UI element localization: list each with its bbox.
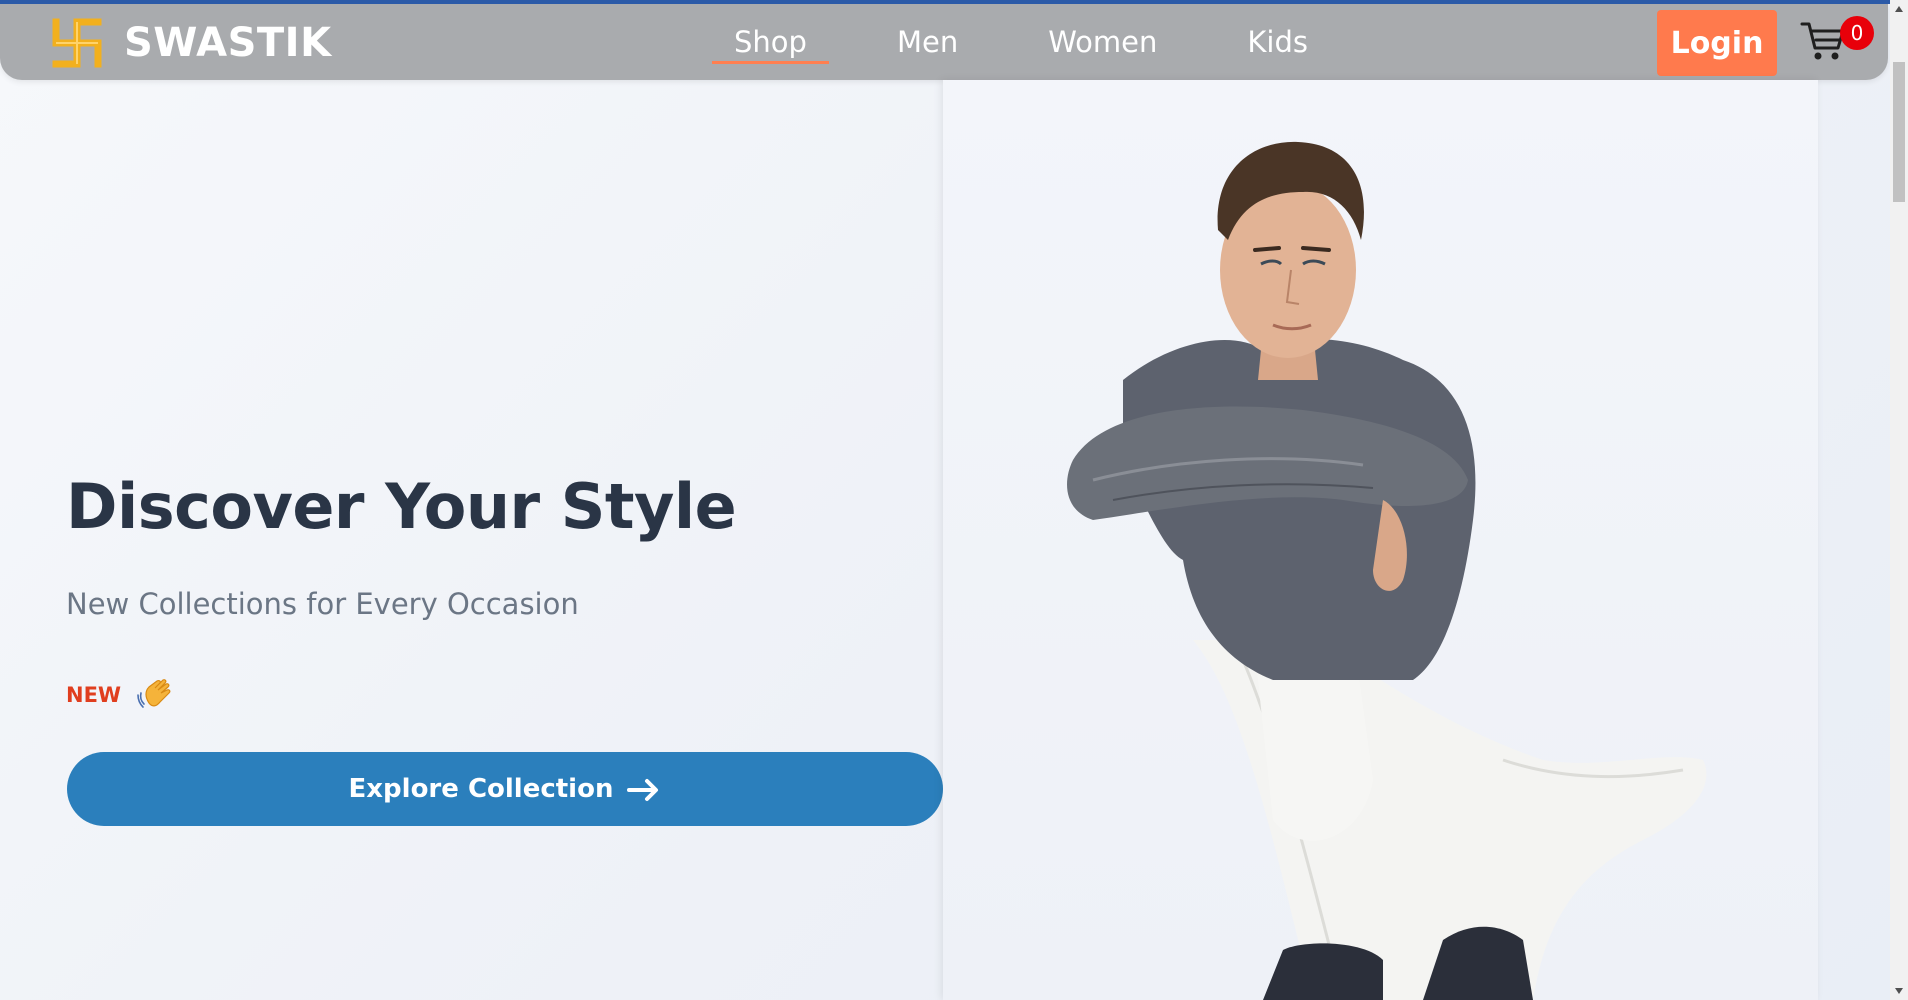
hero-title: Discover Your Style (66, 470, 737, 543)
hero-subtitle: New Collections for Every Occasion (66, 587, 579, 621)
window-top-accent (0, 0, 1908, 4)
navbar: SWASTIK Shop Men Women Kids Login 0 (0, 4, 1888, 80)
brand[interactable]: SWASTIK (48, 14, 332, 72)
explore-collection-label: Explore Collection (348, 774, 614, 804)
new-badge: NEW (66, 683, 122, 707)
vertical-scrollbar[interactable] (1890, 0, 1908, 1000)
swastik-logo-icon (48, 14, 106, 72)
arrow-right-icon (627, 776, 661, 802)
scrollbar-thumb[interactable] (1893, 62, 1905, 202)
hero-model-image (943, 80, 1818, 1000)
nav-link-men[interactable]: Men (875, 4, 980, 80)
scroll-up-icon[interactable] (1890, 0, 1908, 18)
page: SWASTIK Shop Men Women Kids Login 0 Disc… (0, 0, 1890, 1000)
brand-name: SWASTIK (124, 20, 332, 66)
scroll-down-icon[interactable] (1890, 982, 1908, 1000)
nav-link-shop[interactable]: Shop (712, 4, 829, 80)
waving-hand-icon (135, 673, 179, 717)
explore-collection-button[interactable]: Explore Collection (67, 752, 943, 826)
nav-links: Shop Men Women Kids (712, 4, 1376, 80)
hero-text: Discover Your Style New Collections for … (66, 470, 946, 717)
nav-link-kids[interactable]: Kids (1225, 4, 1330, 80)
cart-button[interactable]: 0 (1800, 16, 1880, 66)
nav-link-women[interactable]: Women (1026, 4, 1179, 80)
new-badge-row: NEW (66, 673, 946, 717)
login-button[interactable]: Login (1657, 10, 1777, 76)
cart-icon (1800, 20, 1846, 62)
cart-count-badge: 0 (1840, 16, 1874, 50)
